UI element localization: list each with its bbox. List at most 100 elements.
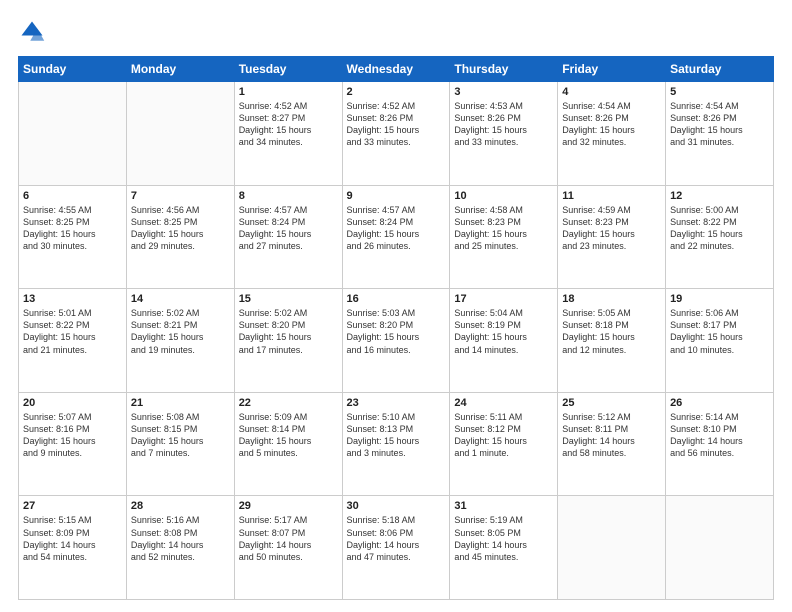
day-number: 7 (131, 190, 230, 202)
day-number: 9 (347, 190, 446, 202)
calendar-cell: 7 Sunrise: 4:56 AM Sunset: 8:25 PM Daylig… (126, 185, 234, 289)
cell-info: Sunrise: 5:01 AM Sunset: 8:22 PM Dayligh… (23, 307, 122, 356)
day-number: 8 (239, 190, 338, 202)
day-number: 27 (23, 500, 122, 512)
calendar-row-4: 27 Sunrise: 5:15 AM Sunset: 8:09 PM Dayli… (19, 496, 774, 600)
cell-info: Sunrise: 5:08 AM Sunset: 8:15 PM Dayligh… (131, 411, 230, 460)
day-number: 3 (454, 86, 553, 98)
weekday-header-monday: Monday (126, 57, 234, 82)
day-number: 20 (23, 397, 122, 409)
calendar-cell: 29 Sunrise: 5:17 AM Sunset: 8:07 PM Dayli… (234, 496, 342, 600)
cell-info: Sunrise: 5:07 AM Sunset: 8:16 PM Dayligh… (23, 411, 122, 460)
calendar-cell (19, 82, 127, 186)
calendar-cell: 2Sunrise: 4:52 AM Sunset: 8:26 PM Daylig… (342, 82, 450, 186)
day-number: 24 (454, 397, 553, 409)
calendar-cell: 24 Sunrise: 5:11 AM Sunset: 8:12 PM Dayli… (450, 392, 558, 496)
logo (18, 18, 50, 46)
day-number: 30 (347, 500, 446, 512)
calendar-cell: 6 Sunrise: 4:55 AM Sunset: 8:25 PM Daylig… (19, 185, 127, 289)
weekday-header-tuesday: Tuesday (234, 57, 342, 82)
cell-info: Sunrise: 4:53 AM Sunset: 8:26 PM Dayligh… (454, 100, 553, 149)
day-number: 16 (347, 293, 446, 305)
day-number: 12 (670, 190, 769, 202)
cell-info: Sunrise: 5:02 AM Sunset: 8:20 PM Dayligh… (239, 307, 338, 356)
calendar-row-0: 1Sunrise: 4:52 AM Sunset: 8:27 PM Daylig… (19, 82, 774, 186)
cell-info: Sunrise: 4:54 AM Sunset: 8:26 PM Dayligh… (562, 100, 661, 149)
calendar-row-2: 13 Sunrise: 5:01 AM Sunset: 8:22 PM Dayli… (19, 289, 774, 393)
calendar-cell: 23Sunrise: 5:10 AM Sunset: 8:13 PM Dayli… (342, 392, 450, 496)
cell-info: Sunrise: 5:06 AM Sunset: 8:17 PM Dayligh… (670, 307, 769, 356)
calendar-cell: 1Sunrise: 4:52 AM Sunset: 8:27 PM Daylig… (234, 82, 342, 186)
day-number: 29 (239, 500, 338, 512)
day-number: 14 (131, 293, 230, 305)
calendar-cell (558, 496, 666, 600)
cell-info: Sunrise: 5:02 AM Sunset: 8:21 PM Dayligh… (131, 307, 230, 356)
calendar-row-1: 6 Sunrise: 4:55 AM Sunset: 8:25 PM Daylig… (19, 185, 774, 289)
calendar-cell: 25 Sunrise: 5:12 AM Sunset: 8:11 PM Dayli… (558, 392, 666, 496)
calendar-cell: 28 Sunrise: 5:16 AM Sunset: 8:08 PM Dayli… (126, 496, 234, 600)
calendar-cell: 9 Sunrise: 4:57 AM Sunset: 8:24 PM Daylig… (342, 185, 450, 289)
day-number: 23 (347, 397, 446, 409)
cell-info: Sunrise: 5:05 AM Sunset: 8:18 PM Dayligh… (562, 307, 661, 356)
cell-info: Sunrise: 5:09 AM Sunset: 8:14 PM Dayligh… (239, 411, 338, 460)
calendar-cell: 17Sunrise: 5:04 AM Sunset: 8:19 PM Dayli… (450, 289, 558, 393)
cell-info: Sunrise: 5:04 AM Sunset: 8:19 PM Dayligh… (454, 307, 553, 356)
day-number: 15 (239, 293, 338, 305)
day-number: 5 (670, 86, 769, 98)
day-number: 25 (562, 397, 661, 409)
calendar-table: SundayMondayTuesdayWednesdayThursdayFrid… (18, 56, 774, 600)
weekday-header-row: SundayMondayTuesdayWednesdayThursdayFrid… (19, 57, 774, 82)
calendar-row-3: 20 Sunrise: 5:07 AM Sunset: 8:16 PM Dayli… (19, 392, 774, 496)
calendar-cell: 16 Sunrise: 5:03 AM Sunset: 8:20 PM Dayli… (342, 289, 450, 393)
header (18, 18, 774, 46)
day-number: 2 (347, 86, 446, 98)
cell-info: Sunrise: 4:52 AM Sunset: 8:27 PM Dayligh… (239, 100, 338, 149)
calendar-cell: 22 Sunrise: 5:09 AM Sunset: 8:14 PM Dayli… (234, 392, 342, 496)
page: SundayMondayTuesdayWednesdayThursdayFrid… (0, 0, 792, 612)
cell-info: Sunrise: 5:18 AM Sunset: 8:06 PM Dayligh… (347, 514, 446, 563)
cell-info: Sunrise: 5:03 AM Sunset: 8:20 PM Dayligh… (347, 307, 446, 356)
day-number: 31 (454, 500, 553, 512)
logo-icon (18, 18, 46, 46)
calendar-cell: 3 Sunrise: 4:53 AM Sunset: 8:26 PM Daylig… (450, 82, 558, 186)
cell-info: Sunrise: 4:57 AM Sunset: 8:24 PM Dayligh… (347, 204, 446, 253)
weekday-header-friday: Friday (558, 57, 666, 82)
calendar-cell: 11Sunrise: 4:59 AM Sunset: 8:23 PM Dayli… (558, 185, 666, 289)
calendar-cell: 5Sunrise: 4:54 AM Sunset: 8:26 PM Daylig… (666, 82, 774, 186)
day-number: 11 (562, 190, 661, 202)
cell-info: Sunrise: 5:15 AM Sunset: 8:09 PM Dayligh… (23, 514, 122, 563)
calendar-cell: 15 Sunrise: 5:02 AM Sunset: 8:20 PM Dayli… (234, 289, 342, 393)
calendar-cell: 21 Sunrise: 5:08 AM Sunset: 8:15 PM Dayli… (126, 392, 234, 496)
cell-info: Sunrise: 5:12 AM Sunset: 8:11 PM Dayligh… (562, 411, 661, 460)
cell-info: Sunrise: 5:14 AM Sunset: 8:10 PM Dayligh… (670, 411, 769, 460)
calendar-cell: 4 Sunrise: 4:54 AM Sunset: 8:26 PM Daylig… (558, 82, 666, 186)
day-number: 19 (670, 293, 769, 305)
calendar-cell: 27 Sunrise: 5:15 AM Sunset: 8:09 PM Dayli… (19, 496, 127, 600)
calendar-cell: 30 Sunrise: 5:18 AM Sunset: 8:06 PM Dayli… (342, 496, 450, 600)
cell-info: Sunrise: 4:55 AM Sunset: 8:25 PM Dayligh… (23, 204, 122, 253)
calendar-cell: 14 Sunrise: 5:02 AM Sunset: 8:21 PM Dayli… (126, 289, 234, 393)
day-number: 13 (23, 293, 122, 305)
calendar-cell: 26 Sunrise: 5:14 AM Sunset: 8:10 PM Dayli… (666, 392, 774, 496)
day-number: 21 (131, 397, 230, 409)
cell-info: Sunrise: 4:56 AM Sunset: 8:25 PM Dayligh… (131, 204, 230, 253)
cell-info: Sunrise: 5:17 AM Sunset: 8:07 PM Dayligh… (239, 514, 338, 563)
calendar-cell (126, 82, 234, 186)
calendar-cell: 10 Sunrise: 4:58 AM Sunset: 8:23 PM Dayli… (450, 185, 558, 289)
day-number: 4 (562, 86, 661, 98)
cell-info: Sunrise: 5:19 AM Sunset: 8:05 PM Dayligh… (454, 514, 553, 563)
cell-info: Sunrise: 4:57 AM Sunset: 8:24 PM Dayligh… (239, 204, 338, 253)
cell-info: Sunrise: 5:16 AM Sunset: 8:08 PM Dayligh… (131, 514, 230, 563)
day-number: 26 (670, 397, 769, 409)
cell-info: Sunrise: 5:11 AM Sunset: 8:12 PM Dayligh… (454, 411, 553, 460)
weekday-header-wednesday: Wednesday (342, 57, 450, 82)
calendar-cell: 18Sunrise: 5:05 AM Sunset: 8:18 PM Dayli… (558, 289, 666, 393)
day-number: 28 (131, 500, 230, 512)
calendar-cell: 13 Sunrise: 5:01 AM Sunset: 8:22 PM Dayli… (19, 289, 127, 393)
calendar-cell: 31 Sunrise: 5:19 AM Sunset: 8:05 PM Dayli… (450, 496, 558, 600)
weekday-header-sunday: Sunday (19, 57, 127, 82)
day-number: 10 (454, 190, 553, 202)
day-number: 22 (239, 397, 338, 409)
cell-info: Sunrise: 4:58 AM Sunset: 8:23 PM Dayligh… (454, 204, 553, 253)
day-number: 6 (23, 190, 122, 202)
